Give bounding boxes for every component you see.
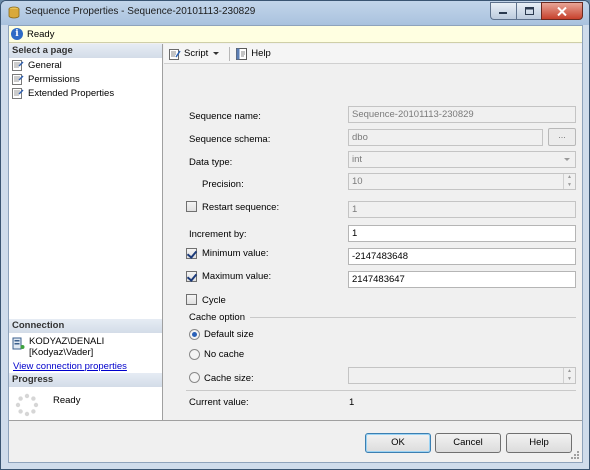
progress-section: Progress Ready bbox=[9, 373, 162, 417]
cache-size-radio[interactable] bbox=[189, 372, 200, 383]
cycle-label: Cycle bbox=[202, 295, 226, 306]
script-label: Script bbox=[184, 48, 209, 59]
data-type-value: int bbox=[352, 154, 363, 165]
sequence-name-label: Sequence name: bbox=[189, 111, 261, 122]
restart-sequence-checkbox[interactable] bbox=[186, 201, 197, 212]
cache-size-label: Cache size: bbox=[204, 373, 254, 384]
server-connection-icon bbox=[12, 337, 25, 350]
current-value-divider bbox=[186, 390, 576, 391]
database-app-icon bbox=[8, 6, 20, 19]
status-text: Ready bbox=[27, 28, 55, 40]
precision-value: 10 bbox=[352, 176, 363, 187]
minimum-value-label: Minimum value: bbox=[202, 248, 269, 259]
status-bar: i Ready bbox=[9, 26, 582, 43]
toolbar: Script Help bbox=[164, 44, 582, 64]
precision-label: Precision: bbox=[202, 179, 244, 190]
progress-header: Progress bbox=[9, 373, 162, 387]
resize-grip-icon[interactable] bbox=[570, 450, 580, 460]
minimize-icon bbox=[499, 12, 507, 14]
no-cache-radio[interactable] bbox=[189, 349, 200, 360]
minimize-button[interactable] bbox=[490, 2, 516, 20]
left-pane: Select a page General Permissions Extend… bbox=[9, 44, 163, 420]
data-type-label: Data type: bbox=[189, 157, 233, 168]
no-cache-label: No cache bbox=[204, 349, 245, 360]
page-item-label: Extended Properties bbox=[28, 87, 115, 99]
progress-status: Ready bbox=[53, 395, 81, 406]
general-page: Script Help Sequence name: Sequence-2010… bbox=[164, 44, 582, 420]
cache-option-label: Cache option bbox=[189, 312, 245, 323]
window-controls bbox=[490, 2, 583, 20]
page-icon bbox=[12, 73, 24, 85]
default-size-radio[interactable] bbox=[189, 329, 200, 340]
cycle-checkbox[interactable] bbox=[186, 294, 197, 305]
script-button[interactable]: Script bbox=[166, 46, 226, 62]
precision-spin-buttons[interactable]: ▲ ▼ bbox=[563, 174, 575, 189]
help-toolbar-button[interactable]: Help bbox=[233, 46, 274, 62]
current-value: 1 bbox=[349, 397, 355, 408]
minimum-value-checkbox[interactable] bbox=[186, 248, 197, 259]
ok-button[interactable]: OK bbox=[365, 433, 431, 453]
default-size-label: Default size bbox=[204, 329, 254, 340]
restart-sequence-field[interactable]: 1 bbox=[348, 201, 576, 218]
data-type-select[interactable]: int bbox=[348, 151, 576, 168]
select-page-header: Select a page bbox=[9, 44, 162, 58]
page-item-general[interactable]: General bbox=[9, 58, 162, 72]
cancel-button[interactable]: Cancel bbox=[435, 433, 501, 453]
maximum-value-label: Maximum value: bbox=[202, 271, 272, 282]
maximum-value-field[interactable]: 2147483647 bbox=[348, 271, 576, 288]
page-item-label: Permissions bbox=[28, 73, 80, 85]
restart-sequence-label: Restart sequence: bbox=[202, 202, 280, 213]
title-bar[interactable]: Sequence Properties - Sequence-20101113-… bbox=[1, 1, 589, 25]
sequence-properties-window: Sequence Properties - Sequence-20101113-… bbox=[0, 0, 590, 470]
increment-by-field[interactable]: 1 bbox=[348, 225, 576, 242]
sequence-schema-field[interactable]: dbo bbox=[348, 129, 543, 146]
info-icon: i bbox=[11, 28, 23, 40]
close-icon bbox=[557, 6, 567, 16]
cache-option-divider bbox=[250, 317, 576, 318]
maximize-icon bbox=[524, 7, 534, 15]
dialog-button-bar: OK Cancel Help bbox=[9, 420, 582, 462]
help-button[interactable]: Help bbox=[506, 433, 572, 453]
progress-spinner-icon bbox=[15, 393, 39, 417]
chevron-down-icon bbox=[213, 51, 220, 55]
page-item-permissions[interactable]: Permissions bbox=[9, 72, 162, 86]
view-connection-properties-link[interactable]: View connection properties bbox=[9, 361, 162, 372]
increment-by-label: Increment by: bbox=[189, 229, 247, 240]
page-icon bbox=[12, 59, 24, 71]
help-label: Help bbox=[251, 48, 271, 59]
maximize-button[interactable] bbox=[516, 2, 541, 20]
maximum-value-checkbox[interactable] bbox=[186, 271, 197, 282]
help-icon bbox=[236, 47, 248, 60]
chevron-down-icon bbox=[564, 158, 570, 161]
precision-stepper[interactable]: 10 ▲ ▼ bbox=[348, 173, 576, 190]
connection-header: Connection bbox=[9, 319, 162, 333]
page-item-extended-properties[interactable]: Extended Properties bbox=[9, 86, 162, 100]
cache-size-spin-buttons[interactable]: ▲ ▼ bbox=[563, 368, 575, 383]
page-item-label: General bbox=[28, 59, 62, 71]
window-title: Sequence Properties - Sequence-20101113-… bbox=[25, 6, 256, 17]
sequence-name-field[interactable]: Sequence-20101113-230829 bbox=[348, 106, 576, 123]
sequence-schema-label: Sequence schema: bbox=[189, 134, 271, 145]
script-icon bbox=[169, 48, 181, 60]
cache-size-stepper[interactable]: ▲ ▼ bbox=[348, 367, 576, 384]
connection-server: KODYAZ\DENALI bbox=[29, 336, 105, 347]
connection-section: Connection KODYAZ\DENALI [Kodyaz\Vader] … bbox=[9, 319, 162, 372]
page-icon bbox=[12, 87, 24, 99]
toolbar-separator bbox=[229, 46, 231, 61]
dialog-client-area: i Ready Select a page General Permission… bbox=[8, 25, 583, 463]
schema-browse-button[interactable]: ... bbox=[548, 128, 576, 146]
current-value-label: Current value: bbox=[189, 397, 249, 408]
minimum-value-field[interactable]: -2147483648 bbox=[348, 248, 576, 265]
close-button[interactable] bbox=[541, 2, 583, 20]
connection-user: [Kodyaz\Vader] bbox=[29, 347, 94, 358]
